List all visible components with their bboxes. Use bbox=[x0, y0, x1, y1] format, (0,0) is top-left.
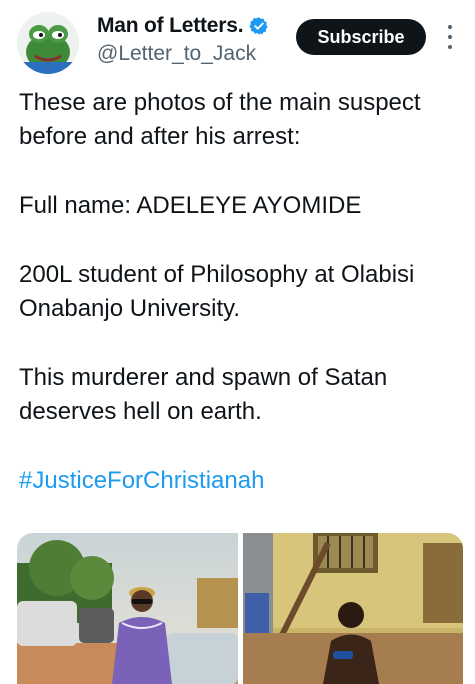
tweet-line: Full name: ADELEYE AYOMIDE bbox=[19, 192, 362, 219]
tweet-line: This murderer and spawn of Satan deserve… bbox=[19, 364, 388, 425]
more-dot bbox=[448, 45, 452, 49]
author-avatar[interactable] bbox=[17, 12, 79, 74]
photo-before-image bbox=[17, 533, 238, 684]
media-grid bbox=[17, 533, 463, 684]
photo-after-arrest[interactable] bbox=[242, 533, 464, 684]
verified-badge-icon bbox=[249, 17, 269, 35]
tweet-body: These are photos of the main suspect bef… bbox=[19, 86, 459, 498]
author-name-row: Man of Letters. bbox=[97, 14, 269, 38]
photo-after-image bbox=[242, 533, 463, 684]
author-handle[interactable]: @Letter_to_Jack bbox=[97, 42, 256, 66]
more-dot bbox=[448, 25, 452, 29]
author-name[interactable]: Man of Letters. bbox=[97, 14, 244, 38]
frog-avatar-icon bbox=[17, 12, 79, 74]
hashtag-link[interactable]: #JusticeForChristianah bbox=[19, 464, 459, 498]
photo-before-arrest[interactable] bbox=[17, 533, 238, 684]
more-vertical-icon[interactable] bbox=[443, 22, 457, 52]
subscribe-button[interactable]: Subscribe bbox=[296, 19, 426, 55]
tweet-line: 200L student of Philosophy at Olabisi On… bbox=[19, 261, 415, 322]
more-dot bbox=[448, 35, 452, 39]
tweet-line: These are photos of the main suspect bef… bbox=[19, 89, 421, 150]
tweet-header: Man of Letters. @Letter_to_Jack Subscrib… bbox=[0, 0, 475, 80]
